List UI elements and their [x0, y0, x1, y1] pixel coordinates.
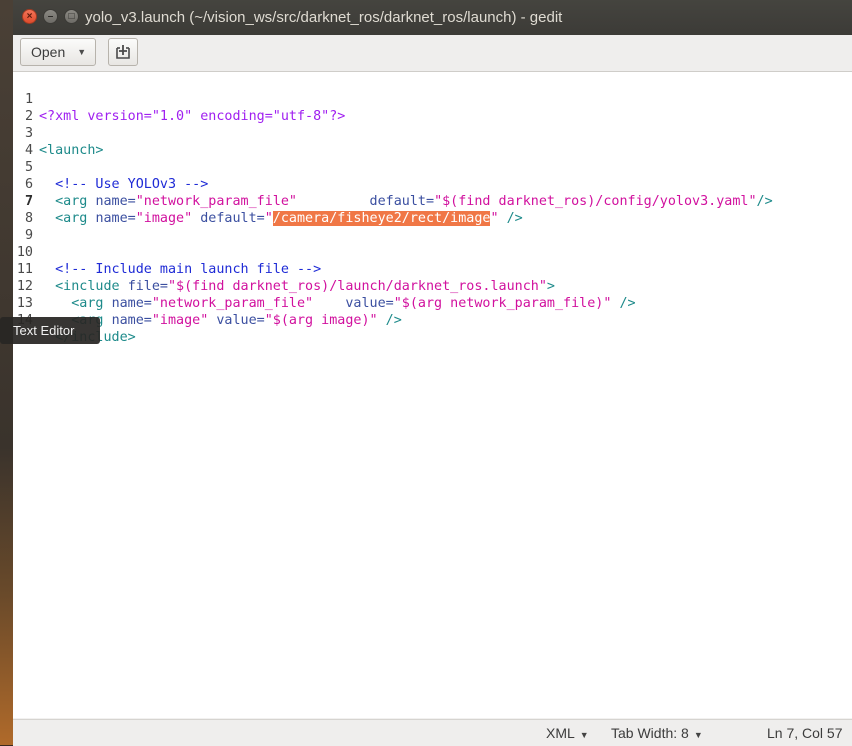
cursor-position[interactable]: Ln 7, Col 57	[767, 725, 843, 741]
language-selector[interactable]: XML ▼	[546, 725, 589, 741]
tab-width-selector[interactable]: Tab Width: 8 ▼	[611, 725, 703, 741]
window-title: yolo_v3.launch (~/vision_ws/src/darknet_…	[85, 9, 563, 26]
close-button[interactable]: ×	[22, 9, 37, 24]
minimize-button[interactable]: –	[43, 9, 58, 24]
gedit-window: × – □ yolo_v3.launch (~/vision_ws/src/da…	[13, 0, 852, 746]
code-line: 3 <launch>	[13, 108, 852, 158]
desktop-background	[0, 0, 14, 745]
language-label: XML	[546, 725, 575, 741]
launcher-tooltip: Text Editor	[0, 317, 100, 344]
attr-value: "$(arg image)"	[264, 313, 378, 328]
new-document-button[interactable]	[108, 38, 138, 66]
code-line: 4	[13, 125, 852, 158]
code-line: 12 <arg name="network_param_file" value=…	[13, 261, 852, 311]
code-line: 13 <arg name="image" value="$(arg image)…	[13, 278, 852, 328]
cursor-position-label: Ln 7, Col 57	[767, 725, 843, 741]
code-line: 6 <arg name="network_param_file" default…	[13, 159, 852, 209]
maximize-button[interactable]: □	[64, 9, 79, 24]
status-bar: XML ▼ Tab Width: 8 ▼ Ln 7, Col 57	[13, 719, 852, 746]
tag-close: />	[377, 313, 402, 328]
chevron-down-icon: ▼	[77, 47, 87, 57]
text-editor-area[interactable]: 1 <?xml version="1.0" encoding="utf-8"?>…	[13, 72, 852, 718]
code-line: 11 <include file="$(find darknet_ros)/la…	[13, 244, 852, 294]
code-line-current: 7 <arg name="image" default="/camera/fis…	[13, 176, 852, 226]
new-document-plus-icon	[116, 45, 130, 59]
code-line: 8	[13, 193, 852, 226]
chevron-down-icon: ▼	[579, 730, 589, 740]
attr-name: value=	[208, 313, 265, 328]
code-line: 10 <!-- Include main launch file -->	[13, 227, 852, 277]
attr-value: "image"	[151, 313, 209, 328]
code-line: 5 <!-- Use YOLOv3 -->	[13, 142, 852, 192]
code-line: 2	[13, 91, 852, 124]
minimize-icon: –	[47, 10, 54, 22]
chevron-down-icon: ▼	[693, 730, 703, 740]
code-line: 14 </include>	[13, 295, 852, 345]
code-line: 1 <?xml version="1.0" encoding="utf-8"?>	[13, 74, 852, 124]
code-line: 9	[13, 210, 852, 243]
tab-width-label: Tab Width: 8	[611, 725, 689, 741]
attr-name: name=	[111, 313, 152, 328]
close-icon: ×	[26, 10, 33, 22]
open-button-label: Open	[31, 44, 66, 60]
header-toolbar: Open ▼	[13, 35, 852, 72]
title-bar[interactable]: × – □ yolo_v3.launch (~/vision_ws/src/da…	[13, 0, 852, 35]
maximize-icon: □	[68, 10, 75, 22]
open-button[interactable]: Open ▼	[20, 38, 96, 66]
